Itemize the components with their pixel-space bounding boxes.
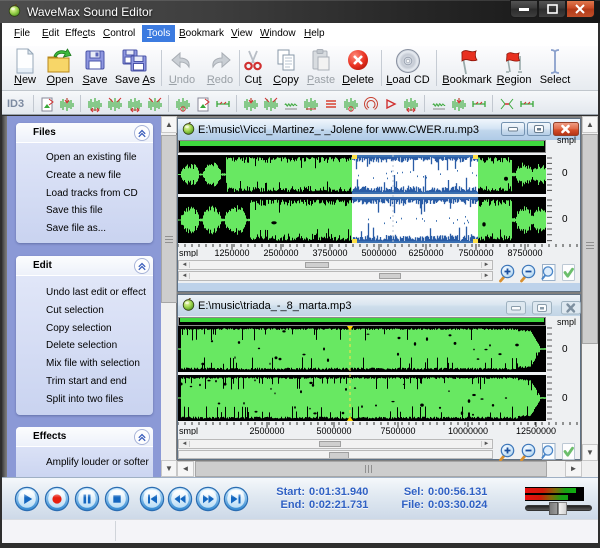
- svg-text:7500000: 7500000: [380, 426, 415, 435]
- svg-text:5000000: 5000000: [361, 248, 396, 257]
- svg-text:5000000: 5000000: [316, 426, 351, 435]
- svg-text:8750000: 8750000: [507, 248, 542, 257]
- svg-text:smpl: smpl: [179, 248, 198, 257]
- svg-text:2500000: 2500000: [263, 248, 298, 257]
- svg-text:2500000: 2500000: [249, 426, 284, 435]
- svg-text:smpl: smpl: [179, 426, 198, 435]
- svg-text:10000000: 10000000: [448, 426, 488, 435]
- svg-text:6250000: 6250000: [408, 248, 443, 257]
- svg-text:1250000: 1250000: [214, 248, 249, 257]
- svg-text:7500000: 7500000: [458, 248, 493, 257]
- svg-text:3750000: 3750000: [312, 248, 347, 257]
- svg-text:12500000: 12500000: [516, 426, 556, 435]
